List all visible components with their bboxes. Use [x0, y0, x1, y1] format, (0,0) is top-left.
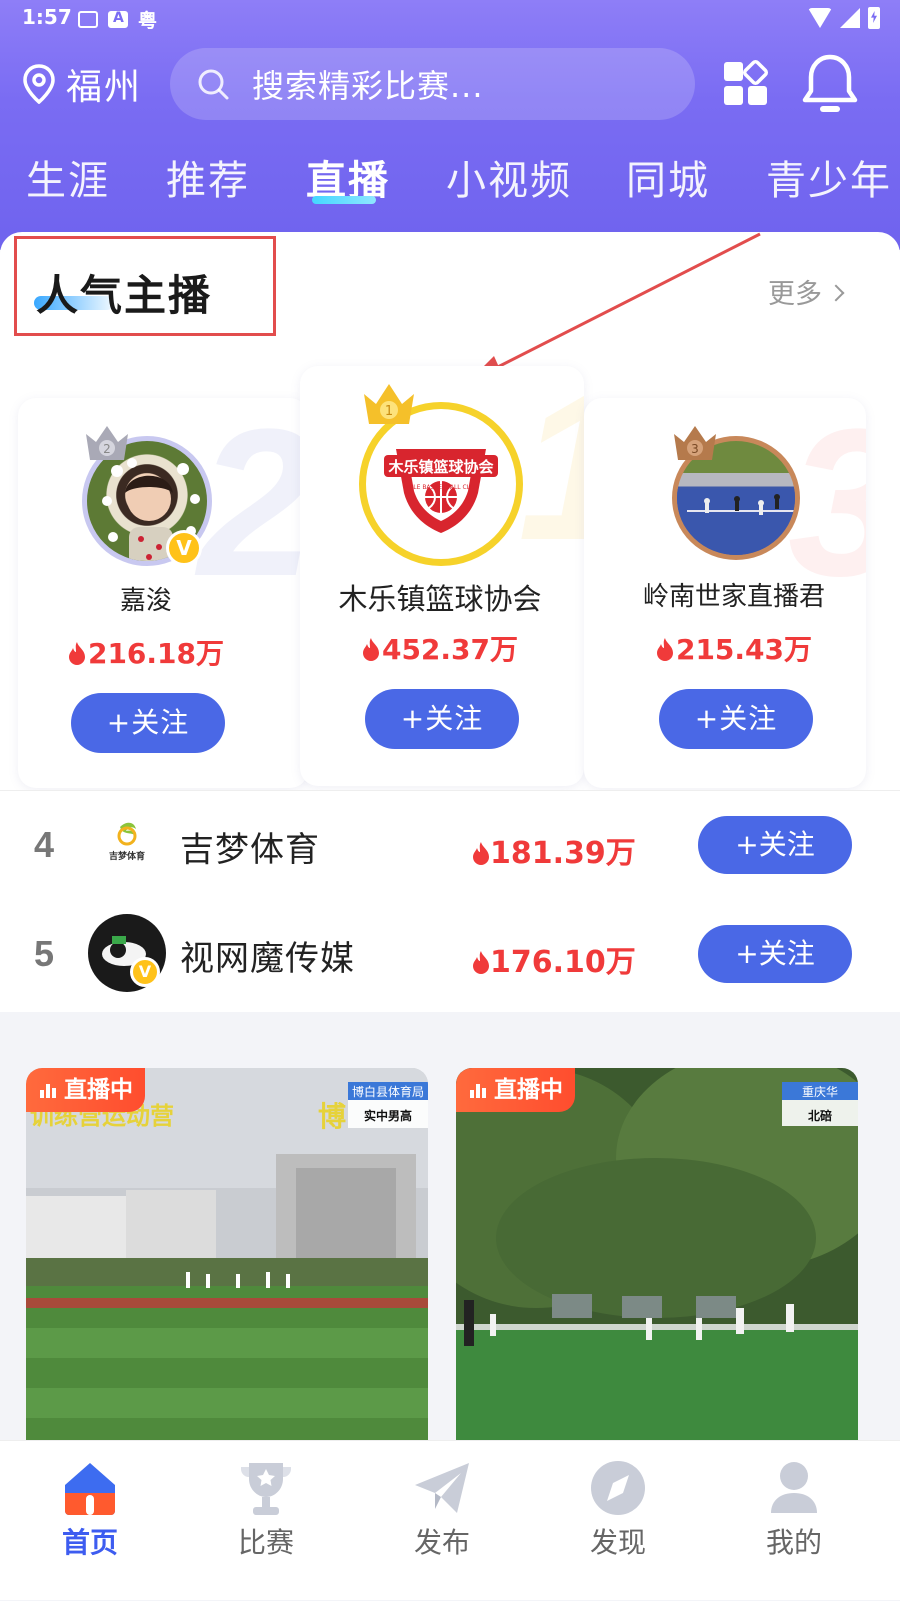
search-icon [198, 69, 229, 100]
rank-1-watermark: 1 [518, 366, 584, 572]
team-logo-subtext: MULE BASKETBALL CLUB [404, 484, 479, 491]
tabbar-match[interactable]: 比赛 [176, 1441, 356, 1601]
home-icon [65, 1463, 115, 1515]
ranking-list: 4 吉梦体育 吉梦体育 181.39万 +关注 5 V 视网魔传媒 176.10… [0, 790, 900, 1012]
user-icon [771, 1462, 817, 1513]
fire-icon [656, 638, 673, 661]
svg-text:3: 3 [691, 442, 699, 456]
list-item[interactable]: 5 V 视网魔传媒 176.10万 +关注 [0, 903, 900, 1003]
status-bar: 1:57 粤 [0, 0, 900, 36]
list-rank: 5 [34, 933, 55, 974]
fire-icon [362, 638, 379, 661]
tab-live[interactable]: 直播 [306, 148, 390, 206]
apps-icon[interactable] [722, 58, 772, 108]
rank-2-watermark: 2 [198, 398, 308, 620]
fire-icon [68, 642, 85, 665]
tab-same-city[interactable]: 同城 [626, 148, 710, 206]
trophy-icon [241, 1463, 291, 1515]
overlay-team-2: 北碚 [808, 1108, 832, 1123]
bottom-tab-bar: 首页 比赛 发布 发现 我的 [0, 1440, 900, 1600]
status-notification-icons: 粤 [78, 6, 157, 33]
live-thumbnail-2: 重庆华 北碚 [456, 1068, 858, 1468]
live-signal-icon [470, 1082, 486, 1098]
paper-plane-icon [415, 1463, 469, 1513]
highlight-box [14, 236, 276, 336]
live-stream-card-1[interactable]: 博白县体育局 实中男高 训练营运动营 博 直播中 [26, 1068, 428, 1468]
verified-badge-icon: V [130, 957, 160, 987]
overlay-team-1: 实中男高 [364, 1108, 412, 1123]
bronze-crown-icon: 3 [674, 426, 716, 460]
annotation-arrow [468, 232, 761, 382]
follow-button-rank-5[interactable]: +关注 [698, 925, 852, 983]
overlay-mid-1: 博 [318, 1100, 346, 1133]
status-extra: 粤 [138, 10, 158, 32]
gold-crown-icon: 1 [364, 384, 414, 424]
chevron-right-icon [827, 284, 845, 302]
tab-recommend[interactable]: 推荐 [166, 148, 250, 206]
svg-text:1: 1 [385, 404, 393, 419]
city-label: 福州 [66, 67, 143, 108]
verified-badge-icon: V [166, 530, 202, 566]
tab-career[interactable]: 生涯 [26, 148, 110, 206]
list-heat: 176.10万 [472, 937, 636, 981]
cellular-signal-icon [840, 8, 860, 28]
list-heat: 181.39万 [472, 828, 636, 872]
status-time: 1:57 [22, 5, 72, 29]
tab-short-video[interactable]: 小视频 [446, 148, 572, 206]
follow-button-rank-3[interactable]: +关注 [659, 689, 813, 749]
compass-icon [591, 1461, 645, 1515]
follow-button-rank-4[interactable]: +关注 [698, 816, 852, 874]
top-header: 1:57 粤 福州 搜索精彩比赛... 生涯 推荐 直播 [0, 0, 900, 250]
fire-icon [473, 951, 489, 974]
list-item[interactable]: 4 吉梦体育 吉梦体育 181.39万 +关注 [0, 794, 900, 894]
list-name: 视网魔传媒 [180, 939, 355, 979]
anchor-heat-rank-2: 216.18万 [6, 632, 286, 672]
anchor-name-rank-3: 岭南世家直播君 [642, 582, 825, 612]
location-pin-icon [22, 64, 56, 105]
search-placeholder: 搜索精彩比赛... [252, 67, 484, 105]
search-input[interactable]: 搜索精彩比赛... [170, 48, 695, 120]
anchor-name-rank-1: 木乐镇篮球协会 [338, 582, 542, 616]
tabbar-discover[interactable]: 发现 [528, 1441, 708, 1601]
jimeng-logo-text: 吉梦体育 [109, 850, 145, 862]
team-logo-text: 木乐镇篮球协会 [387, 458, 493, 476]
location-selector[interactable]: 福州 [22, 58, 142, 110]
a-notification-icon [108, 10, 128, 28]
live-stream-card-2[interactable]: 重庆华 北碚 直播中 [456, 1068, 858, 1468]
tab-youth[interactable]: 青少年 [766, 148, 892, 206]
tabbar-publish[interactable]: 发布 [352, 1441, 532, 1601]
category-tabs: 生涯 推荐 直播 小视频 同城 青少年 [0, 148, 900, 218]
notification-bell-icon[interactable] [800, 52, 860, 116]
list-rank: 4 [34, 824, 55, 865]
list-name: 吉梦体育 [180, 830, 320, 870]
live-signal-icon [40, 1082, 56, 1098]
tabbar-home[interactable]: 首页 [0, 1441, 180, 1601]
battery-charging-icon [868, 7, 880, 29]
more-link[interactable]: 更多 [768, 272, 845, 311]
avatar-jimeng-sports: 吉梦体育 [88, 805, 166, 883]
image-notification-icon [78, 11, 98, 28]
overlay-brand-1: 博白县体育局 [352, 1084, 424, 1099]
fire-icon [473, 842, 489, 865]
tabbar-mine[interactable]: 我的 [704, 1441, 884, 1601]
wifi-icon [808, 8, 832, 28]
live-badge: 直播中 [26, 1068, 145, 1112]
live-thumbnail-1: 博白县体育局 实中男高 训练营运动营 博 [26, 1068, 428, 1468]
svg-text:2: 2 [103, 442, 111, 456]
live-badge: 直播中 [456, 1068, 575, 1112]
anchor-heat-rank-3: 215.43万 [594, 628, 874, 668]
anchor-name-rank-2: 嘉浚 [119, 586, 172, 616]
follow-button-rank-2[interactable]: +关注 [71, 693, 225, 753]
anchor-heat-rank-1: 452.37万 [300, 628, 580, 668]
overlay-brand-2: 重庆华 [802, 1085, 838, 1099]
silver-crown-icon: 2 [86, 426, 128, 460]
follow-button-rank-1[interactable]: +关注 [365, 689, 519, 749]
